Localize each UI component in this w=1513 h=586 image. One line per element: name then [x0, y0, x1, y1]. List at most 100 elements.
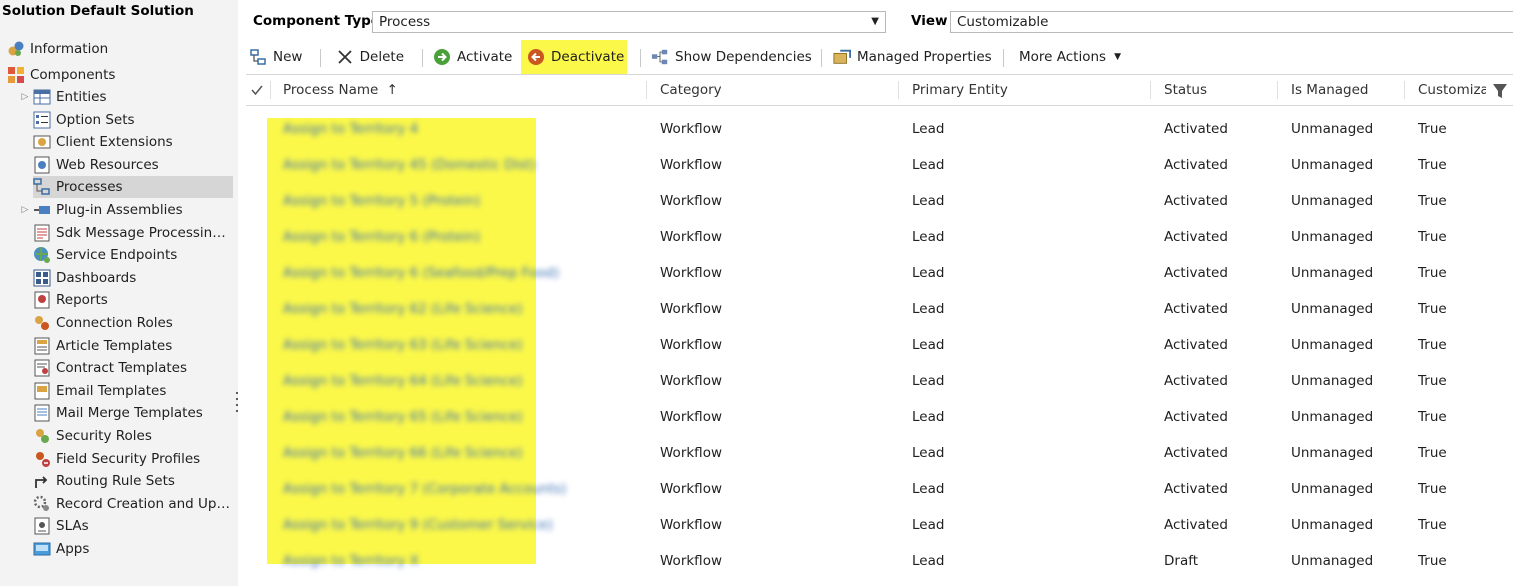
- category-cell: Workflow: [660, 157, 722, 173]
- column-divider: [898, 81, 899, 99]
- process-name-cell[interactable]: Assign to Territory 6 (Seafood/Prep Food…: [283, 255, 559, 291]
- process-name-cell[interactable]: Assign to Territory 6 (Protein): [283, 219, 480, 255]
- managed-properties-button[interactable]: Managed Properties: [829, 40, 992, 74]
- table-row[interactable]: Assign to Territory 7 (Corporate Account…: [246, 471, 1513, 507]
- grid-header: Process Name ↑ Category Primary Entity S…: [246, 74, 1513, 106]
- nav-item-client-extensions[interactable]: Client Extensions: [33, 131, 233, 153]
- nav-item-field-security-profiles[interactable]: Field Security Profiles: [33, 448, 233, 470]
- process-name-cell[interactable]: Assign to Territory 62 (Life Science): [283, 291, 523, 327]
- solution-explorer-pane: Solution Default Solution Information Co…: [0, 0, 238, 586]
- show-dependencies-button[interactable]: Show Dependencies: [647, 40, 812, 74]
- column-header-status[interactable]: Status: [1164, 75, 1207, 105]
- customizable-cell: True: [1418, 373, 1447, 389]
- activate-button[interactable]: Activate: [429, 40, 513, 74]
- process-name-cell[interactable]: Assign to Territory 4: [283, 111, 418, 147]
- process-name-cell[interactable]: Assign to Territory 9 (Customer Service): [283, 507, 553, 543]
- nav-item-dashboards[interactable]: Dashboards: [33, 267, 233, 289]
- pane-splitter[interactable]: [235, 390, 238, 416]
- primary-entity-cell: Lead: [912, 121, 945, 137]
- information-icon: [7, 40, 25, 58]
- nav-item-web-resources[interactable]: Web Resources: [33, 154, 233, 176]
- process-name-cell[interactable]: Assign to Territory 64 (Life Science): [283, 363, 523, 399]
- plugin-assemblies-icon: [33, 201, 51, 219]
- process-name-cell[interactable]: Assign to Territory 65 (Life Science): [283, 399, 523, 435]
- nav-item-label: Mail Merge Templates: [56, 405, 203, 421]
- nav-item-security-roles[interactable]: Security Roles: [33, 425, 233, 447]
- nav-item-email-templates[interactable]: Email Templates: [33, 380, 233, 402]
- new-button[interactable]: New: [245, 40, 315, 74]
- select-all-checkmark-icon[interactable]: [250, 75, 266, 105]
- activate-label: Activate: [457, 49, 513, 65]
- nav-item-processes[interactable]: Processes: [33, 176, 233, 198]
- delete-button[interactable]: Delete: [332, 40, 408, 74]
- primary-entity-cell: Lead: [912, 193, 945, 209]
- table-row[interactable]: Assign to Territory 6 (Seafood/Prep Food…: [246, 255, 1513, 291]
- process-name-cell[interactable]: Assign to Territory 45 (Domestic Dist): [283, 147, 536, 183]
- column-header-process-name[interactable]: Process Name ↑: [283, 75, 398, 105]
- nav-item-reports[interactable]: Reports: [33, 289, 233, 311]
- more-actions-button[interactable]: More Actions ▼: [1015, 40, 1125, 74]
- customizable-cell: True: [1418, 337, 1447, 353]
- nav-item-label: Email Templates: [56, 383, 167, 399]
- nav-components[interactable]: Components: [7, 64, 115, 86]
- table-row[interactable]: Assign to Territory 65 (Life Science) Wor…: [246, 399, 1513, 435]
- nav-item-plugin-assemblies[interactable]: Plug-in Assemblies: [33, 199, 233, 221]
- table-row[interactable]: Assign to Territory 66 (Life Science) Wor…: [246, 435, 1513, 471]
- email-templates-icon: [33, 382, 51, 400]
- nav-item-article-templates[interactable]: Article Templates: [33, 335, 233, 357]
- table-row[interactable]: Assign to Territory 6 (Protein) Workflow L…: [246, 219, 1513, 255]
- table-row[interactable]: Assign to Territory X Workflow Lead Draft Un…: [246, 543, 1513, 579]
- category-cell: Workflow: [660, 409, 722, 425]
- customizable-cell: True: [1418, 481, 1447, 497]
- deactivate-button[interactable]: Deactivate: [521, 40, 627, 74]
- filter-funnel-icon[interactable]: [1492, 75, 1510, 105]
- column-divider: [1404, 81, 1405, 99]
- column-header-category[interactable]: Category: [660, 75, 722, 105]
- table-row[interactable]: Assign to Territory 9 (Customer Service)…: [246, 507, 1513, 543]
- table-row[interactable]: Assign to Territory 5 (Protein) Workflow L…: [246, 183, 1513, 219]
- is-managed-cell: Unmanaged: [1291, 157, 1374, 173]
- more-actions-label: More Actions: [1019, 49, 1107, 65]
- is-managed-cell: Unmanaged: [1291, 193, 1374, 209]
- table-row[interactable]: Assign to Territory 45 (Domestic Dist) Wo…: [246, 147, 1513, 183]
- category-cell: Workflow: [660, 553, 722, 569]
- nav-item-record-creation[interactable]: Record Creation and Upda...: [33, 493, 233, 515]
- is-managed-cell: Unmanaged: [1291, 553, 1374, 569]
- table-row[interactable]: Assign to Territory 62 (Life Science) Wor…: [246, 291, 1513, 327]
- contract-templates-icon: [33, 359, 51, 377]
- nav-item-option-sets[interactable]: Option Sets: [33, 109, 233, 131]
- process-name-cell[interactable]: Assign to Territory 63 (Life Science): [283, 327, 523, 363]
- column-header-is-managed[interactable]: Is Managed: [1291, 75, 1369, 105]
- process-name-cell[interactable]: Assign to Territory X: [283, 543, 419, 579]
- customizable-cell: True: [1418, 409, 1447, 425]
- category-cell: Workflow: [660, 229, 722, 245]
- nav-item-apps[interactable]: Apps: [33, 538, 233, 560]
- dashboards-icon: [33, 269, 51, 287]
- chevron-down-icon: ▼: [871, 16, 879, 27]
- nav-item-mail-merge-templates[interactable]: Mail Merge Templates: [33, 402, 233, 424]
- process-name-cell[interactable]: Assign to Territory 7 (Corporate Account…: [283, 471, 566, 507]
- nav-item-routing-rule-sets[interactable]: Routing Rule Sets: [33, 470, 233, 492]
- component-type-select[interactable]: Process ▼: [372, 11, 886, 33]
- expand-arrow-icon[interactable]: ▷: [21, 86, 29, 108]
- nav-item-connection-roles[interactable]: Connection Roles: [33, 312, 233, 334]
- table-row[interactable]: Assign to Territory 63 (Life Science) Wor…: [246, 327, 1513, 363]
- process-name-cell[interactable]: Assign to Territory 66 (Life Science): [283, 435, 523, 471]
- nav-item-contract-templates[interactable]: Contract Templates: [33, 357, 233, 379]
- toolbar-separator: [1003, 49, 1004, 67]
- is-managed-cell: Unmanaged: [1291, 373, 1374, 389]
- nav-item-sdk-message[interactable]: Sdk Message Processing St...: [33, 222, 233, 244]
- status-cell: Activated: [1164, 157, 1228, 173]
- nav-item-entities[interactable]: Entities: [33, 86, 233, 108]
- nav-item-slas[interactable]: SLAs: [33, 515, 233, 537]
- column-header-customizable[interactable]: Customiza: [1418, 75, 1486, 105]
- expand-arrow-icon[interactable]: ▷: [21, 199, 29, 221]
- nav-item-service-endpoints[interactable]: Service Endpoints: [33, 244, 233, 266]
- nav-information[interactable]: Information: [7, 38, 108, 60]
- view-select[interactable]: Customizable: [950, 11, 1513, 33]
- process-name-cell[interactable]: Assign to Territory 5 (Protein): [283, 183, 480, 219]
- table-row[interactable]: Assign to Territory 64 (Life Science) Wor…: [246, 363, 1513, 399]
- filter-bar: Component Type Process ▼ View Customizab…: [240, 0, 1513, 40]
- column-header-primary-entity[interactable]: Primary Entity: [912, 75, 1008, 105]
- table-row[interactable]: Assign to Territory 4 Workflow Lead Activat…: [246, 111, 1513, 147]
